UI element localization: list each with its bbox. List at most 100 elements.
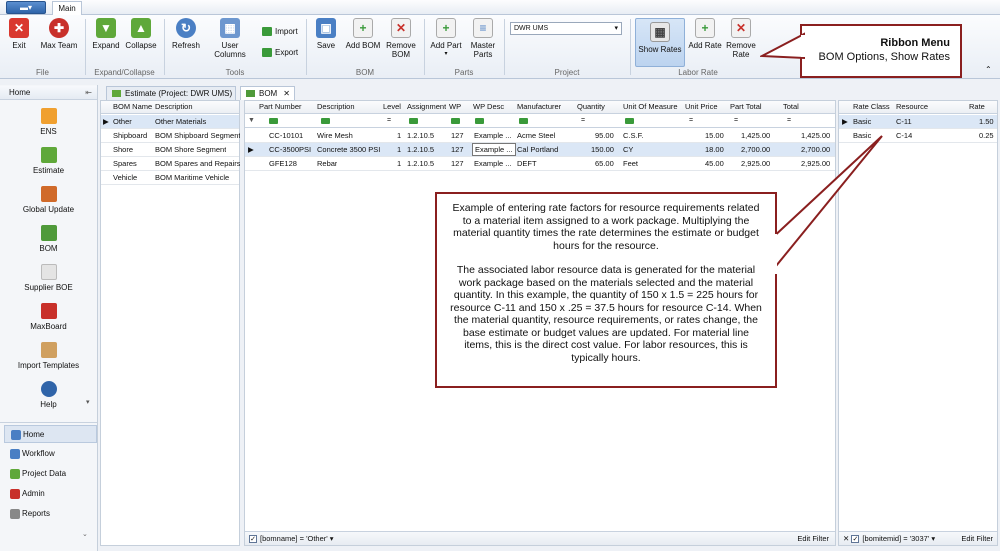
filter-icon: ▼ [248,117,255,124]
rates-filter-status: ✕ ✓ [bomitemid] = '3037' ▾ Edit Filter [839,531,997,545]
edit-filter-button[interactable]: Edit Filter [961,532,993,545]
collapse-button[interactable]: ▲ Collapse [124,18,158,50]
max-team-button[interactable]: ✚ Max Team [38,18,80,50]
people-icon [40,186,57,202]
filter-cell-icon [625,118,634,124]
explanation-callout: Example of entering rate factors for res… [435,192,777,388]
sidebar-item-global-update[interactable]: Global Update [0,186,97,214]
add-part-icon: + [436,18,456,38]
tab-estimate[interactable]: Estimate (Project: DWR UMS) [106,86,236,100]
callout-pointer-rates [762,135,883,274]
clear-filter-icon[interactable]: ✕ [843,534,849,543]
user-columns-button[interactable]: ▦ User Columns [206,18,254,59]
scroll-down-icon[interactable]: ▾ [86,398,90,406]
edit-filter-button[interactable]: Edit Filter [797,532,829,545]
sidebar-item-maxboard[interactable]: MaxBoard [0,303,97,331]
bom-row-shore[interactable]: Shore BOM Shore Segment [101,143,239,157]
title-bar [0,0,1000,15]
basket-icon [40,225,57,241]
refresh-button[interactable]: ↻ Refresh [168,18,204,50]
sidebar-item-help[interactable]: Help [0,381,97,409]
add-part-button[interactable]: + Add Part ▾ [428,18,464,59]
templates-icon [40,342,57,358]
sidebar-item-ens[interactable]: ENS [0,108,97,136]
bom-row-other[interactable]: ▶ Other Other Materials [101,115,239,129]
parts-filter-row[interactable]: ▼ = = = = = [245,115,835,128]
sidebar-item-supplier-boe[interactable]: Supplier BOE [0,264,97,292]
parts-row-cc-10101[interactable]: CC-10101 Wire Mesh 1 1.2.10.5 127 Example .… [245,129,835,143]
group-label-expand-collapse: Expand/Collapse [94,68,155,77]
bom-tab-icon [246,90,255,97]
master-parts-button[interactable]: ≡ Master Parts [466,18,500,59]
bom-list-pane: BOM Name Description ▶ Other Other Materia… [100,100,240,546]
add-rate-button[interactable]: + Add Rate [688,18,722,50]
sidebar-item-project-data[interactable]: Project Data [4,465,97,483]
sidebar-item-home[interactable]: Home [4,425,97,443]
help-icon [40,381,57,397]
rate-row-c-11[interactable]: ▶ Basic C-11 1.50 [839,115,997,129]
remove-rate-button[interactable]: ✕ Remove Rate [724,18,758,59]
pin-icon[interactable]: ⇤ [85,86,92,99]
project-combo[interactable]: DWR UMS [510,22,622,35]
remove-bom-button[interactable]: ✕ Remove BOM [384,18,418,59]
master-parts-icon: ≡ [473,18,493,38]
target-icon: ✚ [49,18,69,38]
remove-rate-icon: ✕ [731,18,751,38]
expand-button[interactable]: ▼ Expand [90,18,122,50]
add-rate-icon: + [695,18,715,38]
tab-bom[interactable]: BOM ✕ [240,86,295,100]
group-label-parts: Parts [454,68,474,77]
rates-grid-header: Rate Class Resource Rate [839,101,997,114]
sidebar-header: Home ⇤ [0,86,97,100]
filter-cell-icon [409,118,418,124]
document-icon [40,264,57,280]
group-label-labor-rate: Labor Rate [678,68,718,77]
filter-checkbox[interactable]: ✓ [851,535,860,544]
estimate-tab-icon [112,90,121,97]
sidebar-item-workflow[interactable]: Workflow [4,445,97,463]
save-button[interactable]: ▣ Save [311,18,341,50]
export-button[interactable]: Export [262,48,298,57]
parts-grid-header: Part Number Description Level Assignment… [245,101,835,114]
bom-row-vehicle[interactable]: Vehicle BOM Maritime Vehicle [101,171,239,185]
filter-checkbox[interactable]: ✓ [249,535,257,544]
filter-cell-icon [475,118,484,124]
app-menu-button[interactable]: ▬▾ [6,1,46,14]
sidebar-item-admin[interactable]: Admin [4,485,97,503]
bom-row-shipboard[interactable]: Shipboard BOM Shipboard Segment [101,129,240,143]
collapse-ribbon-icon[interactable]: ⌃ [985,65,992,74]
export-icon [262,48,272,57]
ens-icon [40,108,57,124]
sidebar-item-bom[interactable]: BOM [0,225,97,253]
group-label-tools: Tools [225,68,245,77]
arrow-down-icon: ▼ [96,18,116,38]
exit-button[interactable]: ✕ Exit [4,18,34,50]
parts-filter-status: ✓ [bomname] = 'Other' ▾ Edit Filter [245,531,835,545]
sidebar-item-import-templates[interactable]: Import Templates [0,342,97,370]
bom-row-spares[interactable]: Spares BOM Spares and Repairs [101,157,240,171]
calculator-icon [40,147,57,163]
filter-cell-icon [519,118,528,124]
chevron-down-icon[interactable]: ⌄ [82,530,88,538]
maxboard-icon [40,303,57,319]
remove-document-icon: ✕ [391,18,411,38]
floppy-icon: ▣ [316,18,336,38]
parts-row-gfe128[interactable]: GFE128 Rebar 1 1.2.10.5 127 Example ... DEF… [245,157,835,171]
arrow-up-icon: ▲ [131,18,151,38]
group-label-bom: BOM [355,68,375,77]
filter-cell-icon [321,118,330,124]
sidebar-item-reports[interactable]: Reports [4,505,97,523]
close-tab-icon[interactable]: ✕ [283,87,290,100]
home-icon [11,430,21,440]
import-button[interactable]: Import [262,27,298,36]
refresh-icon: ↻ [176,18,196,38]
add-document-icon: + [353,18,373,38]
callout-pointer [760,32,807,60]
tab-main[interactable]: Main [52,1,82,16]
show-rates-button[interactable]: ▦ Show Rates [635,18,685,67]
group-label-project: Project [554,68,580,77]
parts-row-cc-3500psi[interactable]: ▶ CC-3500PSI Concrete 3500 PSI 1 1.2.10.5 … [245,143,835,157]
reports-icon [10,509,20,519]
sidebar-item-estimate[interactable]: Estimate [0,147,97,175]
add-bom-button[interactable]: + Add BOM [345,18,381,50]
